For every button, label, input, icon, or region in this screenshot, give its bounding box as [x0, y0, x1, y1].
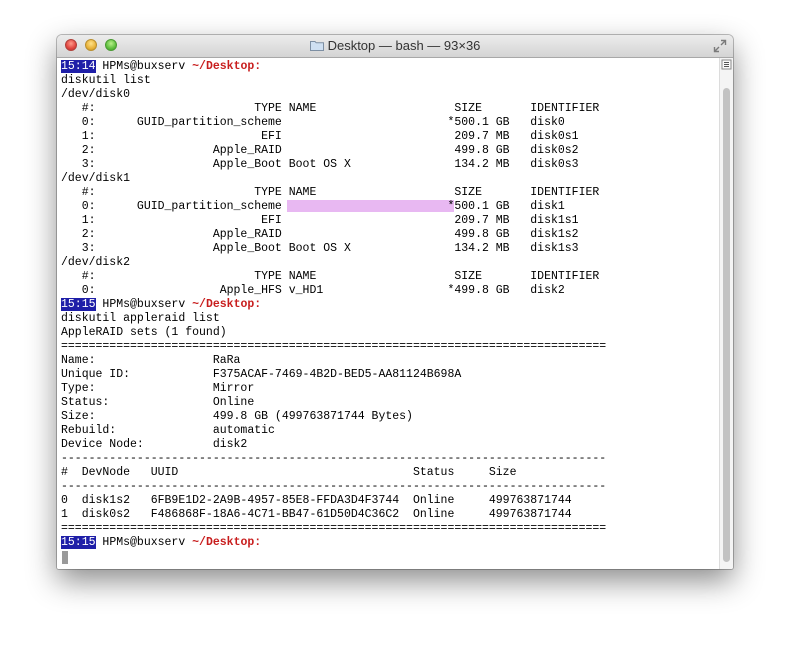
window-title: Desktop — bash — 93×36 — [57, 38, 733, 53]
terminal-line: #: TYPE NAME SIZE IDENTIFIER — [61, 102, 600, 115]
prompt-user: HPMs@buxserv — [102, 536, 186, 549]
prompt-path: ~/Desktop: — [192, 298, 262, 311]
prompt-line: 15:15 HPMs@buxserv ~/Desktop: — [61, 298, 261, 312]
vertical-scrollbar[interactable] — [719, 58, 733, 569]
terminal-line: 3: Apple_Boot Boot OS X 134.2 MB disk1s3 — [61, 242, 579, 255]
terminal-line: 1: EFI 209.7 MB disk0s1 — [61, 130, 579, 143]
terminal-window: Desktop — bash — 93×36 15:14 HPMs@buxser… — [57, 35, 733, 569]
terminal-line: /dev/disk2 — [61, 256, 131, 269]
terminal-line: ========================================… — [61, 522, 607, 535]
terminal-line: /dev/disk1 — [61, 172, 131, 185]
terminal-line: Name: RaRa — [61, 354, 241, 367]
terminal-line: 3: Apple_Boot Boot OS X 134.2 MB disk0s3 — [61, 158, 579, 171]
scrollbar-thumb[interactable] — [723, 88, 730, 562]
terminal-line: 0: GUID_partition_scheme *500.1 GB disk0 — [61, 116, 565, 129]
terminal-line: Status: Online — [61, 396, 255, 409]
terminal-line: ----------------------------------------… — [61, 480, 607, 493]
terminal-line: Rebuild: automatic — [61, 424, 275, 437]
prompt-path: ~/Desktop: — [192, 536, 262, 549]
terminal-line: #: TYPE NAME SIZE IDENTIFIER — [61, 270, 600, 283]
fullscreen-icon[interactable] — [713, 39, 727, 53]
terminal-line: 1 disk0s2 F486868F-18A6-4C71-BB47-61D50D… — [61, 508, 572, 521]
terminal-line: 0: GUID_partition_scheme *500.1 GB disk1 — [61, 200, 565, 213]
terminal-line: 0: Apple_HFS v_HD1 *499.8 GB disk2 — [61, 284, 565, 297]
title-bar[interactable]: Desktop — bash — 93×36 — [57, 35, 733, 58]
terminal-line: Type: Mirror — [61, 382, 255, 395]
terminal-line: # DevNode UUID Status Size — [61, 466, 517, 479]
terminal-line: Size: 499.8 GB (499763871744 Bytes) — [61, 410, 413, 423]
scroll-menu-icon[interactable] — [721, 59, 732, 70]
prompt-time: 15:15 — [61, 536, 96, 549]
terminal-line: AppleRAID sets (1 found) — [61, 326, 227, 339]
terminal-line: /dev/disk0 — [61, 88, 131, 101]
terminal-line: ----------------------------------------… — [61, 452, 607, 465]
window-title-text: Desktop — bash — 93×36 — [327, 38, 481, 53]
prompt-user: HPMs@buxserv — [102, 298, 186, 311]
terminal-line: Unique ID: F375ACAF-7469-4B2D-BED5-AA811… — [61, 368, 462, 381]
prompt-path: ~/Desktop: — [192, 60, 262, 73]
text-cursor — [62, 551, 68, 564]
terminal-line: 2: Apple_RAID 499.8 GB disk1s2 — [61, 228, 579, 241]
prompt-time: 15:15 — [61, 298, 96, 311]
prompt-line: 15:14 HPMs@buxserv ~/Desktop: — [61, 60, 261, 74]
terminal-line: ========================================… — [61, 340, 607, 353]
terminal-line: 1: EFI 209.7 MB disk1s1 — [61, 214, 579, 227]
terminal-line: diskutil appleraid list — [61, 312, 220, 325]
prompt-time: 15:14 — [61, 60, 96, 73]
terminal-line: 0 disk1s2 6FB9E1D2-2A9B-4957-85E8-FFDA3D… — [61, 494, 572, 507]
terminal-content[interactable]: 15:14 HPMs@buxserv ~/Desktop: diskutil l… — [57, 58, 719, 569]
prompt-line: 15:15 HPMs@buxserv ~/Desktop: — [61, 536, 261, 550]
folder-icon — [309, 41, 324, 51]
terminal-line: #: TYPE NAME SIZE IDENTIFIER — [61, 186, 600, 199]
terminal-line: diskutil list — [61, 74, 151, 87]
terminal-line: Device Node: disk2 — [61, 438, 248, 451]
prompt-user: HPMs@buxserv — [102, 60, 186, 73]
terminal-line: 2: Apple_RAID 499.8 GB disk0s2 — [61, 144, 579, 157]
